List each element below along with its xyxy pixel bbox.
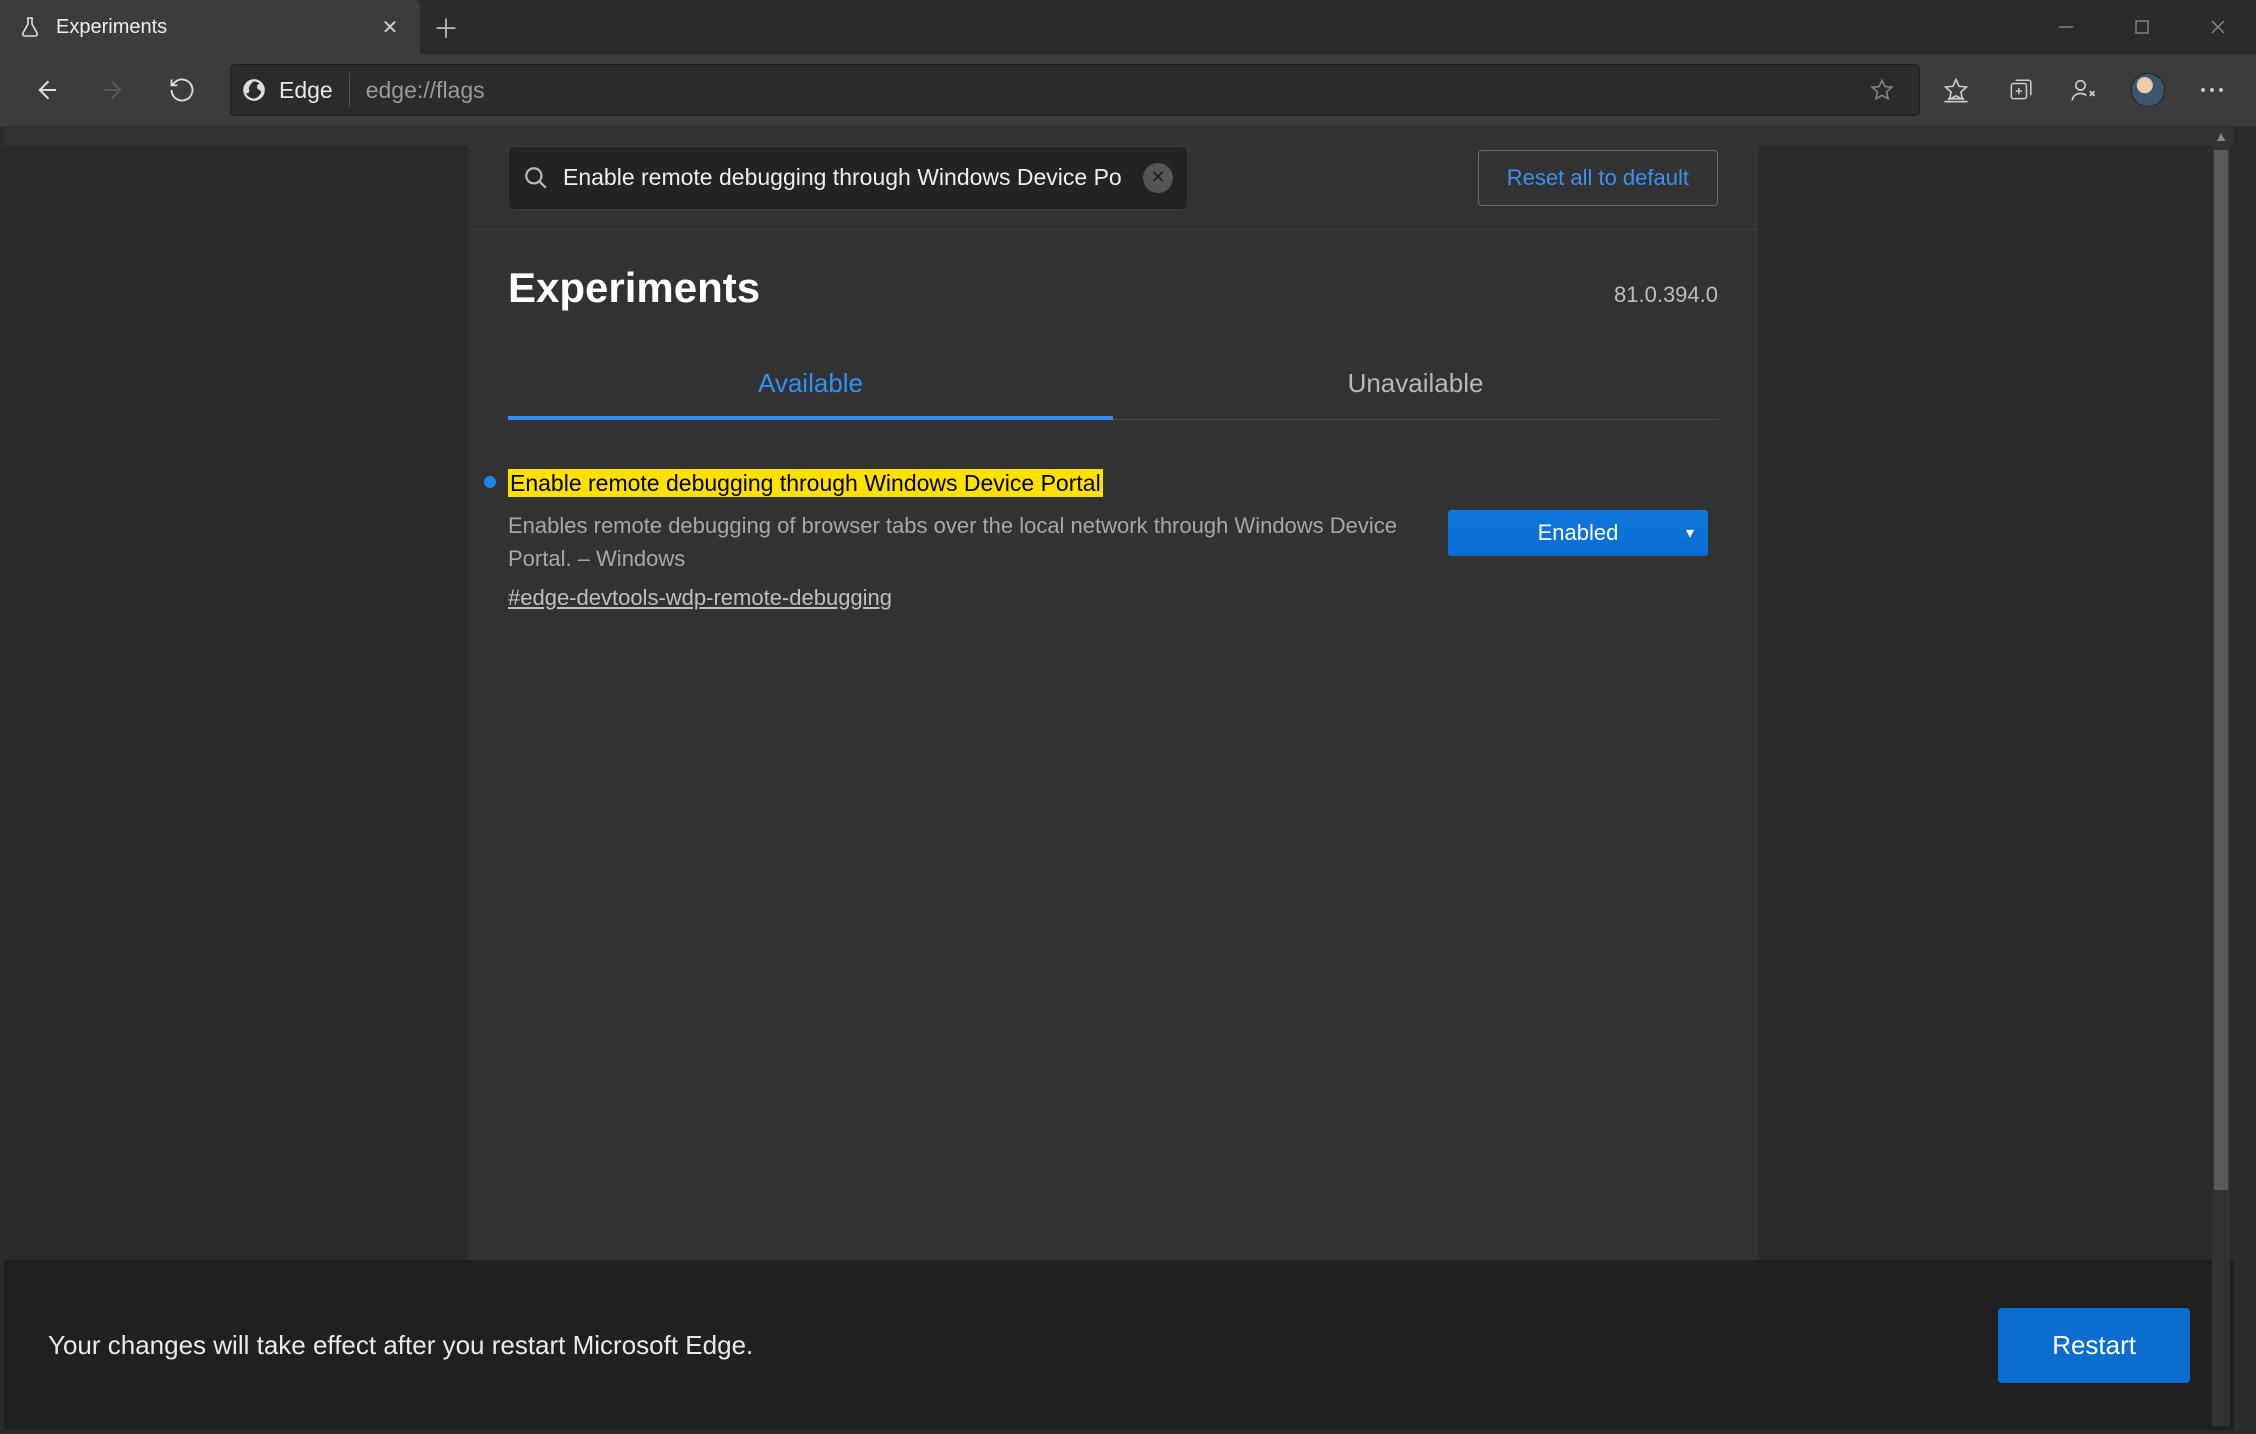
- favorite-star-icon[interactable]: [1869, 77, 1909, 103]
- favorites-button[interactable]: [1928, 62, 1984, 118]
- address-bar[interactable]: Edge edge://flags: [230, 64, 1920, 116]
- flag-state-value: Enabled: [1538, 520, 1619, 546]
- clear-search-button[interactable]: ✕: [1143, 163, 1173, 193]
- scroll-up-icon[interactable]: ▲: [2214, 126, 2228, 146]
- page: Enable remote debugging through Windows …: [4, 126, 2234, 1430]
- window-close-button[interactable]: [2180, 0, 2256, 54]
- chevron-down-icon: ▾: [1686, 523, 1694, 543]
- tabs: Available Unavailable: [508, 350, 1718, 420]
- modified-dot-icon: [484, 476, 496, 488]
- flags-search-input[interactable]: Enable remote debugging through Windows …: [508, 146, 1188, 210]
- tab-available[interactable]: Available: [508, 350, 1113, 419]
- refresh-button[interactable]: [152, 62, 212, 118]
- flask-icon: [18, 15, 42, 39]
- restart-bar: Your changes will take effect after you …: [4, 1260, 2234, 1430]
- settings-menu-button[interactable]: [2184, 62, 2240, 118]
- forward-button[interactable]: [84, 62, 144, 118]
- toolbar: Edge edge://flags: [0, 54, 2256, 126]
- profile-button[interactable]: [2120, 62, 2176, 118]
- flag-item: Enable remote debugging through Windows …: [468, 420, 1758, 611]
- search-row: Enable remote debugging through Windows …: [468, 126, 1758, 230]
- reset-all-button[interactable]: Reset all to default: [1478, 150, 1718, 206]
- flag-description: Enables remote debugging of browser tabs…: [508, 509, 1428, 575]
- url-text: edge://flags: [350, 77, 1869, 104]
- collections-button[interactable]: [1992, 62, 2048, 118]
- flag-state-select[interactable]: Enabled ▾: [1448, 510, 1708, 556]
- site-identity[interactable]: Edge: [241, 73, 350, 107]
- page-header: Experiments 81.0.394.0: [468, 230, 1758, 322]
- new-tab-button[interactable]: ＋: [420, 0, 472, 54]
- restart-message: Your changes will take effect after you …: [48, 1330, 1998, 1361]
- search-value: Enable remote debugging through Windows …: [563, 164, 1129, 191]
- version-label: 81.0.394.0: [1614, 282, 1718, 308]
- restart-button[interactable]: Restart: [1998, 1308, 2190, 1383]
- tab-unavailable[interactable]: Unavailable: [1113, 350, 1718, 419]
- window-minimize-button[interactable]: [2028, 0, 2104, 54]
- page-title: Experiments: [508, 264, 760, 312]
- scroll-thumb[interactable]: [2214, 150, 2228, 1190]
- titlebar: Experiments ✕ ＋: [0, 0, 2256, 54]
- content: Enable remote debugging through Windows …: [468, 126, 1758, 1260]
- flag-title: Enable remote debugging through Windows …: [508, 469, 1103, 497]
- flag-anchor-link[interactable]: #edge-devtools-wdp-remote-debugging: [508, 585, 892, 611]
- feedback-button[interactable]: [2056, 62, 2112, 118]
- avatar-icon: [2131, 73, 2165, 107]
- site-label: Edge: [279, 77, 333, 104]
- window-maximize-button[interactable]: [2104, 0, 2180, 54]
- browser-tab[interactable]: Experiments ✕: [0, 0, 420, 54]
- tab-close-button[interactable]: ✕: [378, 15, 402, 40]
- back-button[interactable]: [16, 62, 76, 118]
- tab-title: Experiments: [56, 16, 364, 39]
- scrollbar[interactable]: ▲: [2212, 126, 2230, 1426]
